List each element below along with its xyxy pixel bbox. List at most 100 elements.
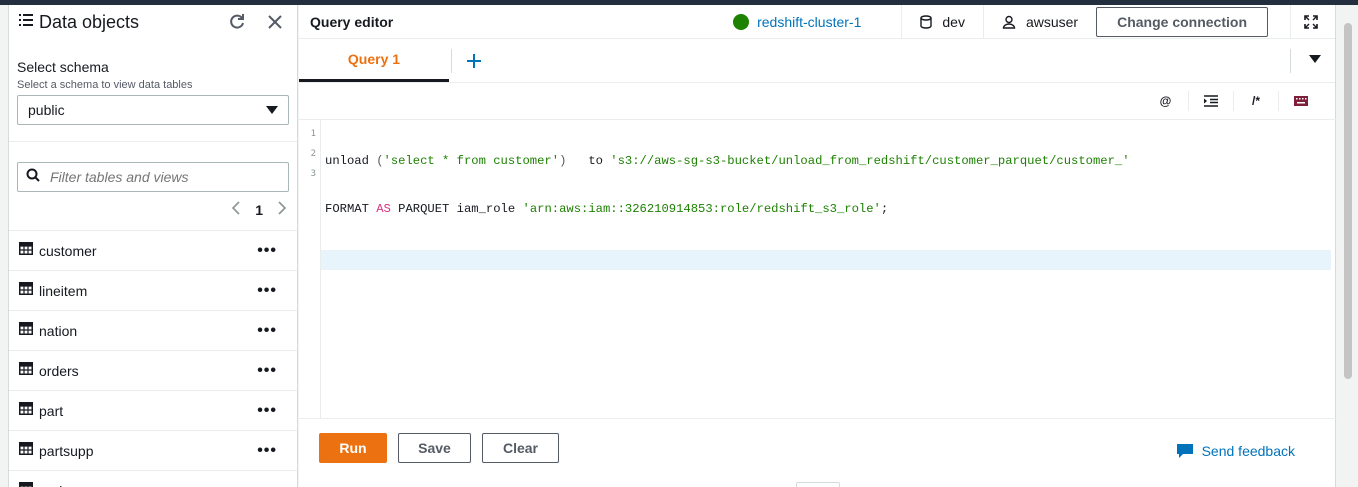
save-button[interactable]: Save [398,433,471,463]
cluster-status: redshift-cluster-1 [733,13,861,30]
filter-tables-input[interactable] [50,169,270,185]
plus-icon [467,53,481,68]
code-keyword: AS [376,202,391,216]
close-icon[interactable] [263,10,287,34]
send-feedback-link[interactable]: Send feedback [1176,443,1295,459]
page-scrollbar[interactable] [1336,5,1358,487]
code-area[interactable]: unload ('select * from customer') to 's3… [321,120,1336,418]
code-string: 'select * from customer' [383,154,560,168]
page-number[interactable]: 1 [255,202,263,218]
table-icon [19,241,33,260]
code-token: unload [325,154,377,168]
change-connection-button[interactable]: Change connection [1096,6,1268,37]
table-row[interactable]: orders ••• [9,351,297,391]
table-icon [19,361,33,380]
tabs-dropdown-icon[interactable] [1309,51,1321,69]
scrollbar-thumb[interactable] [1344,23,1352,379]
more-actions-icon[interactable]: ••• [257,402,277,420]
more-actions-icon[interactable]: ••• [257,362,277,380]
schema-select-value: public [28,102,65,118]
search-icon [26,168,40,187]
database-icon [920,14,933,29]
chevron-left-icon[interactable] [231,200,241,221]
code-token: ; [880,202,889,216]
query-editor-pane: Query editor redshift-cluster-1 dev awsu… [299,4,1336,487]
data-objects-panel: Data objects Select schema Select a sche… [8,5,298,487]
bottom-panel-handle[interactable] [796,482,840,487]
tab-query-1[interactable]: Query 1 [299,39,449,82]
editor-toolbar: @ /* [299,83,1335,119]
code-line: unload ('select * from customer') to 's3… [321,154,1336,174]
user-info: awsuser [984,14,1096,30]
divider [1290,49,1291,73]
table-name: part [39,402,64,419]
more-actions-icon[interactable]: ••• [257,242,277,260]
keyboard-icon[interactable] [1278,91,1323,111]
table-name: nation [39,322,78,339]
editor-actions: Run Save Clear [319,433,559,463]
code-token: to [566,154,611,168]
code-line: FORMAT AS PARQUET iam_role 'arn:aws:iam:… [321,202,1336,222]
query-tabs: Query 1 [299,39,1335,83]
sql-editor[interactable]: 1 2 3 unload ('select * from customer') … [299,119,1336,419]
table-row[interactable]: region ••• [9,471,297,487]
fullscreen-icon[interactable] [1299,10,1323,34]
run-button[interactable]: Run [319,433,387,463]
table-icon [19,321,33,340]
database-info: dev [902,14,983,30]
feedback-icon [1176,444,1193,458]
table-name: orders [39,362,79,379]
at-mention-button[interactable]: @ [1143,91,1188,111]
add-tab-button[interactable] [452,39,496,82]
table-row[interactable]: lineitem ••• [9,271,297,311]
database-name: dev [942,13,965,30]
code-token: PARQUET iam_role [390,202,523,216]
code-string: 'arn:aws:iam::326210914853:role/redshift… [522,202,881,216]
schema-hint: Select a schema to view data tables [17,79,193,91]
user-name: awsuser [1025,13,1079,30]
schema-select[interactable]: public [17,95,289,125]
user-icon [1002,15,1016,29]
line-number: 3 [310,169,316,179]
page-title: Query editor [310,13,394,30]
table-name: region [39,483,257,487]
refresh-icon[interactable] [225,10,249,34]
table-row[interactable]: nation ••• [9,311,297,351]
filter-tables-input-wrap[interactable] [17,162,289,192]
table-icon [19,481,33,487]
format-indent-icon[interactable] [1188,91,1233,111]
table-name: partsupp [39,442,94,459]
table-row[interactable]: customer ••• [9,231,297,271]
send-feedback-label: Send feedback [1201,443,1295,459]
pagination: 1 [9,192,297,222]
table-name: lineitem [39,282,88,299]
schema-label: Select schema [17,59,109,75]
code-string: 's3://aws-sg-s3-bucket/unload_from_redsh… [610,154,1130,168]
clear-button[interactable]: Clear [482,433,559,463]
table-row[interactable]: partsupp ••• [9,431,297,471]
schema-section: Select schema Select a schema to view da… [9,39,297,125]
line-number: 2 [310,149,316,159]
chevron-right-icon[interactable] [277,200,287,221]
data-objects-title: Data objects [39,11,140,32]
data-objects-header: Data objects [9,5,297,39]
code-token: ( [376,154,384,168]
query-editor-header: Query editor redshift-cluster-1 dev awsu… [299,4,1335,39]
table-list: customer ••• lineitem ••• nation ••• ord… [9,230,297,487]
table-name: customer [39,242,97,259]
table-row[interactable]: part ••• [9,391,297,431]
status-online-icon [733,13,750,30]
line-number: 1 [310,129,316,139]
more-actions-icon[interactable]: ••• [257,282,277,300]
divider [1290,4,1291,39]
table-icon [19,281,33,300]
list-icon [19,13,33,32]
comment-button[interactable]: /* [1233,91,1278,111]
divider [9,141,297,142]
code-token: FORMAT [325,202,377,216]
more-actions-icon[interactable]: ••• [257,482,277,487]
cluster-name[interactable]: redshift-cluster-1 [757,14,861,30]
more-actions-icon[interactable]: ••• [257,442,277,460]
more-actions-icon[interactable]: ••• [257,322,277,340]
code-line-active [321,250,1331,270]
